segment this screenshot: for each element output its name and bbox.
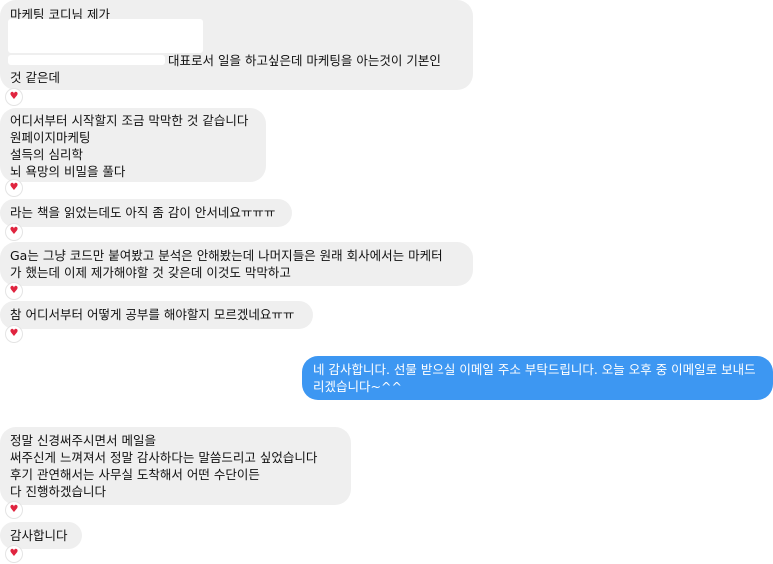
- incoming-message[interactable]: 참 어디서부터 어떻게 공부를 해야할지 모르겠네요ㅠㅠ: [0, 301, 313, 329]
- message-line: 설득의 심리학: [10, 147, 83, 162]
- message-line: 리겠습니다~^^: [313, 379, 402, 394]
- outgoing-message[interactable]: 네 감사합니다. 선물 받으실 이메일 주소 부탁드립니다. 오늘 오후 중 이…: [302, 356, 773, 400]
- heart-reaction-icon: ♥: [6, 326, 22, 342]
- message-line: 감사합니다: [10, 528, 68, 543]
- incoming-message[interactable]: 정말 신경써주시면서 메일을 써주신게 느껴져서 정말 감사하다는 말씀드리고 …: [0, 427, 351, 505]
- incoming-message[interactable]: 감사합니다: [0, 522, 82, 549]
- message-line: 대표로서 일을 하고싶은데 마케팅을 아는것이 기본인: [168, 53, 441, 68]
- incoming-message[interactable]: 어디서부터 시작할지 조금 막막한 것 같습니다 원페이지마케팅 설득의 심리학…: [0, 108, 266, 182]
- message-line: 뇌 욕망의 비밀을 풀다: [10, 164, 126, 179]
- message-line: 정말 신경써주시면서 메일을: [10, 433, 156, 448]
- redacted-block: [8, 19, 203, 53]
- heart-reaction-icon: ♥: [6, 546, 22, 562]
- incoming-message[interactable]: Ga는 그냥 코드만 붙여봤고 분석은 안해봤는데 나머지들은 원래 회사에서는…: [0, 242, 473, 286]
- message-line: 라는 책을 읽었는데도 아직 좀 감이 안서네요ㅠㅠㅠ: [10, 205, 276, 220]
- heart-reaction-icon: ♥: [6, 224, 22, 240]
- message-line: 가 했는데 이제 제가해야할 것 갖은데 이것도 막막하고: [10, 265, 291, 280]
- message-line: 것 같은데: [10, 70, 60, 85]
- message-line: 참 어디서부터 어떻게 공부를 해야할지 모르겠네요ㅠㅠ: [10, 307, 295, 322]
- heart-reaction-icon: ♥: [6, 502, 22, 518]
- heart-reaction-icon: ♥: [6, 180, 22, 196]
- heart-reaction-icon: ♥: [6, 89, 22, 105]
- redacted-block: [8, 55, 165, 65]
- message-line: 다 진행하겠습니다: [10, 484, 106, 499]
- message-line: 어디서부터 시작할지 조금 막막한 것 같습니다: [10, 113, 249, 128]
- heart-reaction-icon: ♥: [6, 283, 22, 299]
- message-line: 원페이지마케팅: [10, 130, 91, 145]
- message-line: Ga는 그냥 코드만 붙여봤고 분석은 안해봤는데 나머지들은 원래 회사에서는…: [10, 248, 443, 263]
- message-line: 네 감사합니다. 선물 받으실 이메일 주소 부탁드립니다. 오늘 오후 중 이…: [313, 362, 756, 377]
- message-line: 써주신게 느껴져서 정말 감사하다는 말씀드리고 싶었습니다: [10, 450, 318, 465]
- chat-thread: 마케팅 코디님 제가 대표로서 일을 하고싶은데 마케팅을 아는것이 기본인 것…: [0, 0, 773, 564]
- message-line: 후기 관연해서는 사무실 도착해서 어떤 수단이든: [10, 467, 260, 482]
- incoming-message[interactable]: 라는 책을 읽었는데도 아직 좀 감이 안서네요ㅠㅠㅠ: [0, 199, 292, 227]
